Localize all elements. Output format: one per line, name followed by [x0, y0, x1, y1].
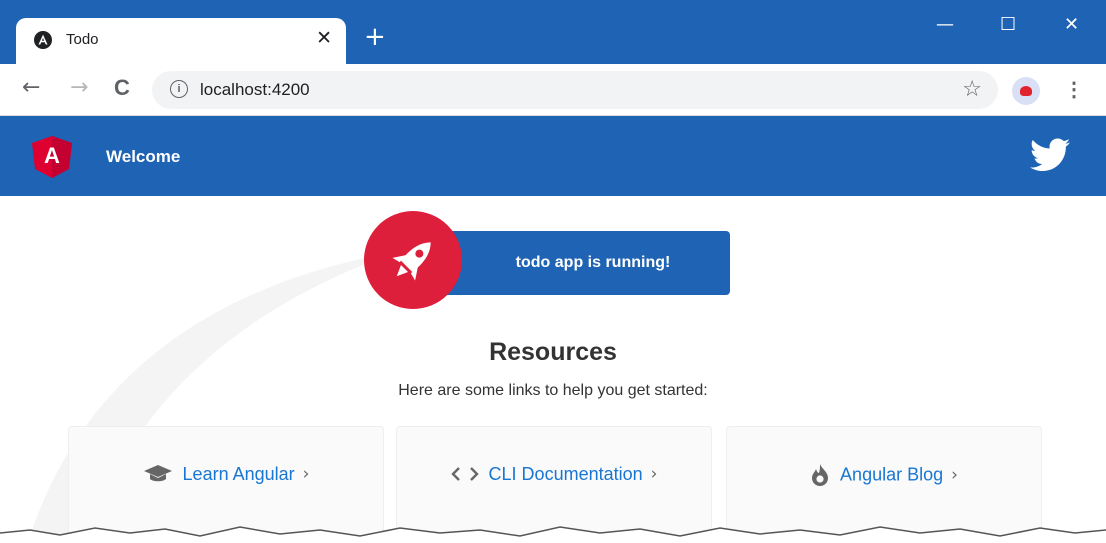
app-running-banner: todo app is running! — [440, 231, 730, 295]
url-text[interactable]: localhost:4200 — [200, 80, 310, 100]
app-running-text: todo app is running! — [515, 254, 671, 271]
forward-button[interactable]: → — [70, 76, 88, 100]
resources-subtitle: Here are some links to help you get star… — [398, 382, 708, 399]
tab-close-icon[interactable]: ✕ — [316, 29, 332, 49]
twitter-icon[interactable] — [1030, 138, 1070, 172]
minimize-button[interactable]: — — [936, 14, 954, 35]
learn-angular-label: Learn Angular — [182, 463, 295, 484]
angular-logo-letter: A — [44, 143, 60, 168]
maximize-button[interactable]: ☐ — [1000, 14, 1016, 35]
torn-edge-decoration — [0, 526, 1106, 543]
browser-menu-icon[interactable]: ⋮ — [1064, 77, 1084, 103]
app-content: todo app is running! Resources Here are … — [0, 196, 1106, 543]
cli-documentation-label: CLI Documentation — [488, 463, 643, 484]
flame-icon — [812, 464, 829, 486]
chevron-right-icon: › — [650, 464, 658, 485]
resources-heading: Resources — [489, 338, 617, 366]
browser-toolbar: ← → C i localhost:4200 ☆ ⋮ — [0, 64, 1106, 116]
chevron-right-icon: › — [302, 464, 310, 485]
code-brackets-icon — [450, 467, 479, 482]
bookmark-star-icon[interactable]: ☆ — [962, 77, 982, 102]
angular-favicon-icon — [34, 31, 52, 49]
browser-tab-strip: Todo ✕ + — ☐ ✕ — [0, 0, 1106, 64]
app-title: Welcome — [106, 147, 181, 166]
site-info-icon[interactable]: i — [170, 80, 188, 98]
tab-title: Todo — [66, 31, 99, 48]
rocket-badge — [364, 211, 462, 309]
graduation-cap-icon — [143, 465, 172, 482]
browser-tab[interactable]: Todo ✕ — [16, 18, 346, 64]
address-bar[interactable]: i localhost:4200 ☆ — [152, 71, 998, 109]
rocket-icon — [392, 242, 431, 281]
new-tab-button[interactable]: + — [364, 24, 386, 50]
window-close-button[interactable]: ✕ — [1064, 14, 1079, 35]
app-toolbar: A Welcome — [0, 116, 1106, 196]
back-button[interactable]: ← — [22, 76, 40, 100]
reload-button[interactable]: C — [114, 76, 130, 100]
angular-blog-label: Angular Blog — [840, 464, 944, 485]
chevron-right-icon: › — [951, 465, 958, 485]
profile-avatar[interactable] — [1012, 77, 1040, 105]
